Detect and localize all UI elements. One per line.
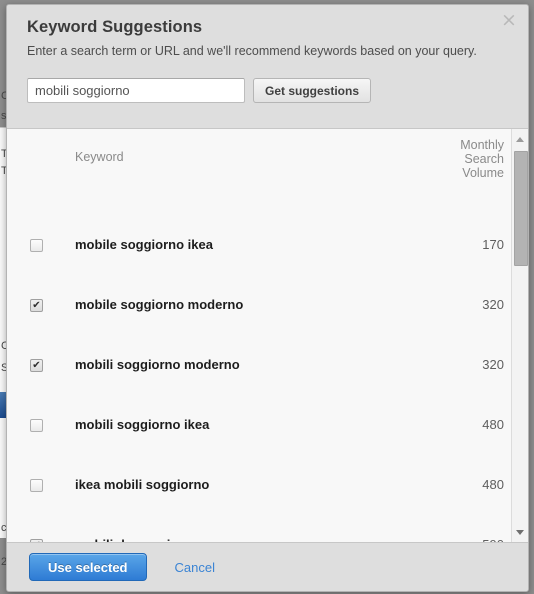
keyword-cell: mobili soggiorno ikea <box>75 416 210 432</box>
suggestions-list-area: Keyword Monthly Search Volume mobile sog… <box>7 128 528 543</box>
table-row[interactable]: mobile soggiorno ikea 170 <box>7 214 512 274</box>
header-keyword: Keyword <box>75 150 124 164</box>
keyword-cell: mobile soggiorno moderno <box>75 296 244 312</box>
row-checkbox-cell[interactable] <box>7 514 75 542</box>
table-row[interactable]: ikea mobili soggiorno 480 <box>7 454 512 514</box>
keyword-cell: mobili da soggiorno <box>75 514 402 543</box>
dialog-subtitle: Enter a search term or URL and we'll rec… <box>27 44 477 58</box>
close-icon[interactable]: × <box>498 9 520 31</box>
search-volume-cell: 320 <box>482 356 504 372</box>
search-volume-cell: 480 <box>482 476 504 492</box>
row-checkbox-cell[interactable] <box>7 274 75 334</box>
keyword-cell: ikea mobili soggiorno <box>75 476 210 492</box>
header-volume-line-2: Search <box>464 152 504 166</box>
search-volume-cell: 170 <box>482 236 504 252</box>
search-volume-cell: 590 <box>402 514 512 543</box>
cancel-link[interactable]: Cancel <box>175 560 215 575</box>
checkbox-unchecked[interactable] <box>30 478 43 492</box>
row-checkbox-cell[interactable] <box>7 394 75 454</box>
search-row: Get suggestions <box>27 78 508 103</box>
table-header-row: Keyword Monthly Search Volume <box>7 129 512 214</box>
search-input[interactable] <box>27 78 245 103</box>
checkbox-checked[interactable] <box>30 358 43 372</box>
checkbox-unchecked[interactable] <box>30 418 43 432</box>
row-checkbox-cell[interactable] <box>7 454 75 514</box>
checkbox-unchecked[interactable] <box>30 238 43 252</box>
checkbox-checked[interactable] <box>30 298 43 312</box>
search-volume-cell: 320 <box>482 296 504 312</box>
list-scrollbar[interactable] <box>511 129 528 542</box>
suggestions-table-body: mobile soggiorno ikea170mobile soggiorno… <box>7 214 512 542</box>
dialog-header: × Keyword Suggestions Enter a search ter… <box>7 5 528 128</box>
table-row[interactable]: mobile soggiorno moderno 320 <box>7 274 512 334</box>
dialog-title: Keyword Suggestions <box>27 18 203 36</box>
use-selected-button[interactable]: Use selected <box>29 553 147 581</box>
table-row[interactable]: mobili soggiorno ikea 480 <box>7 394 512 454</box>
header-checkbox-col <box>7 129 75 214</box>
get-suggestions-button[interactable]: Get suggestions <box>253 78 372 103</box>
search-volume-cell: 480 <box>482 416 504 432</box>
row-checkbox-cell[interactable] <box>7 214 75 274</box>
row-checkbox-cell[interactable] <box>7 334 75 394</box>
header-monthly-search-volume: Monthly Search Volume <box>402 129 512 214</box>
header-volume-line-3: Volume <box>462 166 504 180</box>
checkbox-checked[interactable] <box>30 538 43 542</box>
table-row[interactable]: mobili da soggiorno590 <box>7 514 512 542</box>
keyword-cell: mobili soggiorno moderno <box>75 356 240 372</box>
suggestions-table: Keyword Monthly Search Volume mobile sog… <box>7 129 512 542</box>
scrollbar-thumb[interactable] <box>514 151 528 266</box>
keyword-cell: mobile soggiorno ikea <box>75 236 213 252</box>
dialog-footer: Use selected Cancel <box>7 543 528 591</box>
header-volume-line-1: Monthly <box>460 138 504 152</box>
scroll-up-arrow-icon[interactable] <box>512 131 528 147</box>
table-row[interactable]: mobili soggiorno moderno 320 <box>7 334 512 394</box>
suggestions-scroll-viewport: Keyword Monthly Search Volume mobile sog… <box>7 129 512 542</box>
keyword-suggestions-dialog: × Keyword Suggestions Enter a search ter… <box>6 4 529 592</box>
scroll-down-arrow-icon[interactable] <box>512 524 528 540</box>
